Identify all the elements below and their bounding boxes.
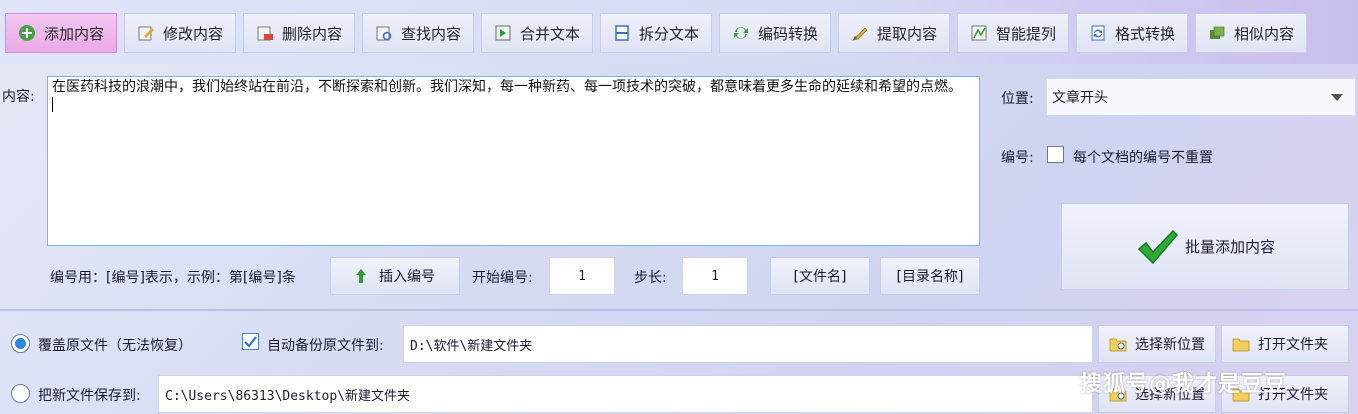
tab-similar-content-label: 相似内容 (1234, 24, 1295, 43)
tab-format-convert-label: 格式转换 (1115, 24, 1176, 43)
dirname-button-label: [目录名称] (896, 269, 964, 285)
tab-encode-convert[interactable]: 编码转换 (719, 13, 831, 53)
tab-find-content-label: 查找内容 (401, 24, 462, 43)
merge-icon (495, 25, 511, 41)
folder-search-icon (1109, 338, 1127, 352)
no-reset-checkbox[interactable] (1047, 146, 1064, 163)
tab-smart-column-label: 智能提列 (996, 24, 1057, 43)
batch-add-button[interactable]: 批量添加内容 (1061, 203, 1349, 290)
start-number-input[interactable]: 1 (549, 257, 615, 295)
find-icon (376, 26, 392, 41)
text-caret (52, 97, 53, 112)
checkmark-icon (1137, 229, 1179, 264)
tab-delete-content-label: 删除内容 (282, 24, 343, 43)
tab-encode-convert-label: 编码转换 (758, 24, 819, 43)
tab-edit-content[interactable]: 修改内容 (124, 13, 236, 53)
overwrite-radio[interactable] (11, 334, 30, 353)
choose-location-label: 选择新位置 (1135, 337, 1205, 353)
content-textarea[interactable]: 在医药科技的浪潮中，我们始终站在前沿，不断探索和创新。我们深知，每一种新药、每一… (47, 76, 980, 246)
backup-label: 自动备份原文件到: (267, 338, 384, 354)
tab-edit-content-label: 修改内容 (163, 24, 224, 43)
watermark: 搜狐号@我才是豆豆 (1080, 372, 1288, 397)
arrow-up-icon (356, 269, 366, 283)
start-number-label: 开始编号: (472, 270, 533, 286)
section-divider (0, 309, 1358, 311)
content-label: 内容: (2, 89, 35, 105)
batch-add-label: 批量添加内容 (1184, 238, 1275, 256)
overwrite-label: 覆盖原文件（无法恢复） (38, 338, 192, 354)
no-reset-label: 每个文档的编号不重置 (1073, 150, 1213, 166)
position-select[interactable]: 文章开头 (1046, 78, 1356, 116)
tab-format-convert[interactable]: 格式转换 (1076, 13, 1188, 53)
save-new-path-input[interactable]: C:\Users\86313\Desktop\新建文件夹 (158, 375, 1093, 413)
tab-find-content[interactable]: 查找内容 (362, 13, 474, 53)
tab-delete-content[interactable]: 删除内容 (243, 13, 355, 53)
split-icon (615, 25, 629, 41)
insert-number-label: 插入编号 (379, 269, 435, 285)
tab-extract-content[interactable]: 提取内容 (838, 13, 950, 53)
open-folder-label: 打开文件夹 (1258, 337, 1328, 353)
column-icon (971, 25, 987, 41)
tab-smart-column[interactable]: 智能提列 (957, 13, 1069, 53)
numbering-hint: 编号用：[编号]表示，示例：第[编号]条 (50, 270, 296, 286)
position-selected-value: 文章开头 (1052, 90, 1108, 106)
encode-icon (734, 27, 748, 39)
check-icon (244, 336, 257, 348)
tab-split-text[interactable]: 拆分文本 (600, 13, 712, 53)
folder-icon (1232, 338, 1250, 352)
tab-extract-content-label: 提取内容 (877, 24, 938, 43)
similar-icon (1210, 26, 1225, 39)
delete-icon (257, 26, 273, 41)
content-text: 在医药科技的浪潮中，我们始终站在前沿，不断探索和创新。我们深知，每一种新药、每一… (52, 79, 962, 95)
add-icon (19, 25, 35, 41)
format-icon (1091, 25, 1105, 41)
tab-add-content[interactable]: 添加内容 (5, 13, 117, 53)
backup-path-input[interactable]: D:\软件\新建文件夹 (403, 325, 1093, 363)
chevron-down-icon[interactable] (1331, 94, 1343, 101)
backup-checkbox[interactable] (242, 333, 259, 350)
numbering-label: 编号: (1001, 150, 1034, 166)
dirname-button[interactable]: [目录名称] (880, 257, 980, 295)
choose-location-button[interactable]: 选择新位置 (1098, 325, 1216, 363)
step-label: 步长: (634, 270, 667, 286)
extract-icon (851, 27, 868, 41)
step-input[interactable]: 1 (682, 257, 748, 295)
tab-add-content-label: 添加内容 (44, 24, 105, 43)
save-new-radio[interactable] (11, 384, 30, 403)
insert-number-button[interactable]: 插入编号 (330, 257, 460, 295)
toolbar: 添加内容 修改内容 删除内容 查找内容 合并文本 拆分文本 编码转换 提取内容 … (0, 0, 1358, 64)
edit-icon (138, 26, 154, 41)
tab-split-text-label: 拆分文本 (639, 24, 700, 43)
tab-similar-content[interactable]: 相似内容 (1195, 13, 1307, 53)
position-label: 位置: (1001, 91, 1034, 107)
filename-button-label: [文件名] (793, 269, 847, 285)
tab-merge-text-label: 合并文本 (520, 24, 581, 43)
tab-merge-text[interactable]: 合并文本 (481, 13, 593, 53)
open-folder-button[interactable]: 打开文件夹 (1221, 325, 1349, 363)
save-new-label: 把新文件保存到: (38, 388, 141, 404)
filename-button[interactable]: [文件名] (770, 257, 870, 295)
